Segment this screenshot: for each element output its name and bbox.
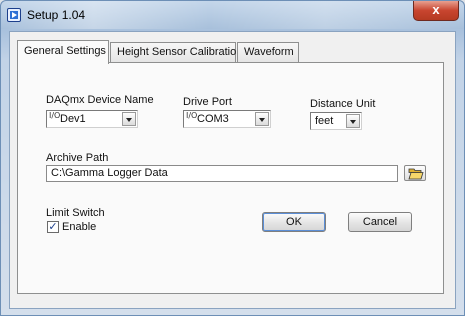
archive-path-input[interactable]: C:\Gamma Logger Data	[46, 165, 398, 182]
ok-button[interactable]: OK	[262, 212, 326, 232]
drive-port-select[interactable]: I/O COM3	[183, 110, 271, 128]
chevron-down-icon[interactable]	[122, 112, 136, 126]
title-bar[interactable]: Setup 1.04 x	[1, 1, 464, 29]
cancel-button[interactable]: Cancel	[348, 212, 412, 232]
close-icon: x	[432, 2, 440, 17]
enable-label[interactable]: Enable	[62, 221, 96, 233]
chevron-down-icon[interactable]	[346, 114, 360, 128]
daqmx-device-value: Dev1	[60, 113, 86, 125]
tab-general-settings[interactable]: General Settings	[17, 40, 109, 64]
io-icon: I/O	[49, 111, 61, 120]
daqmx-device-select[interactable]: I/O Dev1	[46, 110, 138, 128]
app-icon	[7, 8, 21, 22]
drive-port-value: COM3	[197, 113, 229, 125]
browse-button[interactable]	[404, 165, 426, 181]
archive-path-label: Archive Path	[46, 152, 109, 164]
tab-height-sensor-calibration[interactable]: Height Sensor Calibration	[110, 42, 242, 63]
distance-unit-value: feet	[315, 115, 334, 127]
daqmx-device-label: DAQmx Device Name	[46, 94, 154, 106]
folder-open-icon	[408, 168, 424, 180]
distance-unit-select[interactable]: feet	[310, 112, 362, 130]
close-button[interactable]: x	[413, 1, 459, 21]
limit-switch-checkbox[interactable]: ✓	[47, 221, 59, 233]
window-title: Setup 1.04	[27, 8, 86, 22]
io-icon: I/O	[186, 111, 198, 120]
distance-unit-label: Distance Unit	[310, 98, 376, 110]
chevron-down-icon[interactable]	[255, 112, 269, 126]
tab-waveform[interactable]: Waveform	[237, 42, 299, 63]
drive-port-label: Drive Port	[183, 96, 232, 108]
limit-switch-label: Limit Switch	[46, 207, 105, 219]
